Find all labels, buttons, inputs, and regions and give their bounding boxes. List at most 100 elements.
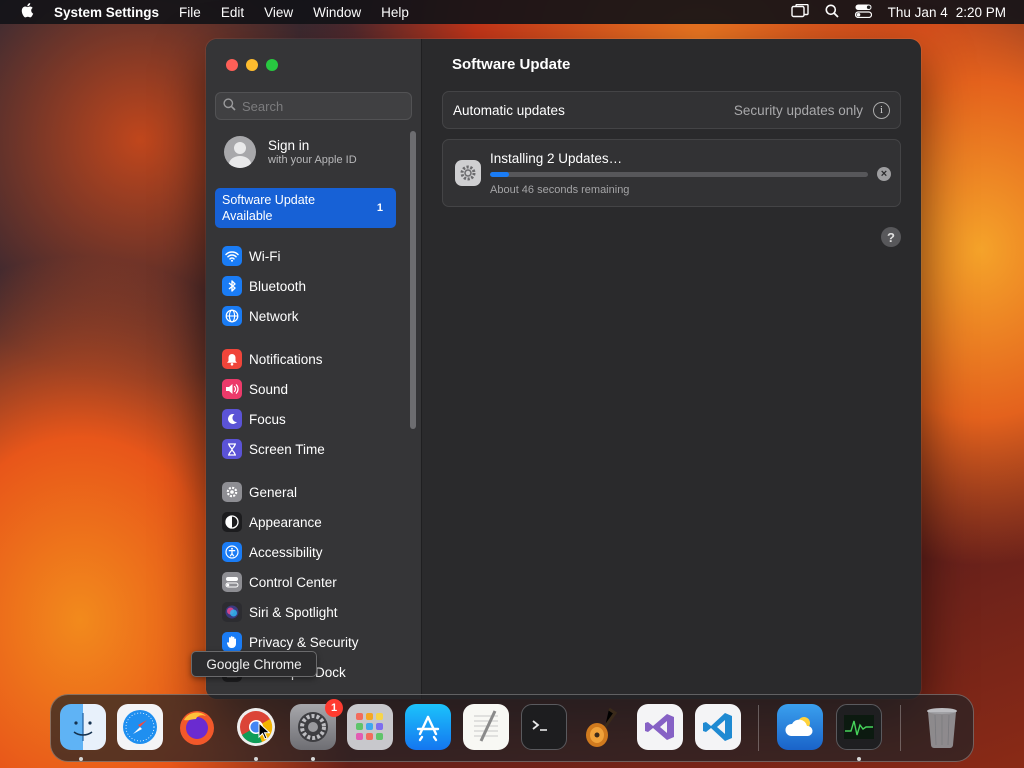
search-icon (223, 98, 236, 114)
dock: 1 (50, 694, 974, 762)
activity-monitor-icon[interactable] (836, 704, 882, 750)
safari-compass-icon[interactable] (117, 704, 163, 750)
launchpad-grid-icon[interactable] (347, 704, 393, 750)
appearance-icon (222, 512, 242, 532)
menu-file[interactable]: File (169, 5, 211, 20)
siri-icon (222, 602, 242, 622)
close-window-button[interactable] (226, 59, 238, 71)
sidebar-item-label: Siri & Spotlight (249, 604, 338, 620)
menu-edit[interactable]: Edit (211, 5, 254, 20)
screen-mirroring-icon[interactable] (790, 3, 809, 21)
menu-clock[interactable]: Thu Jan 4 2:20 PM (888, 5, 1006, 20)
menu-help[interactable]: Help (371, 5, 419, 20)
install-progress-bar (490, 172, 868, 177)
apple-menu-icon[interactable] (0, 2, 54, 23)
sidebar-item-focus[interactable]: Focus (222, 404, 412, 434)
zoom-window-button[interactable] (266, 59, 278, 71)
sidebar: Sign in with your Apple ID Software Upda… (206, 39, 422, 699)
installing-time-remaining: About 46 seconds remaining (490, 184, 630, 196)
cancel-install-button[interactable]: × (877, 167, 891, 181)
app-store-icon[interactable] (405, 704, 451, 750)
sidebar-item-general[interactable]: General (222, 477, 412, 507)
sidebar-item-label: Bluetooth (249, 278, 307, 294)
bluetooth-icon (222, 276, 242, 296)
software-update-gear-icon (455, 160, 481, 186)
sidebar-item-label: Focus (249, 411, 286, 427)
weather-cloud-icon[interactable] (777, 704, 823, 750)
settings-gear-icon[interactable]: 1 (290, 699, 343, 750)
speaker-icon (222, 379, 242, 399)
menu-window[interactable]: Window (303, 5, 371, 20)
finder-icon[interactable] (60, 704, 106, 750)
mouse-cursor-icon (258, 722, 270, 740)
apple-id-signin[interactable]: Sign in with your Apple ID (224, 136, 357, 168)
sidebar-group-notifications: Notifications Sound Focus Screen Time (222, 344, 412, 464)
visual-studio-icon[interactable] (637, 704, 683, 750)
help-button[interactable]: ? (881, 227, 901, 247)
minimize-window-button[interactable] (246, 59, 258, 71)
signin-title: Sign in (268, 138, 310, 153)
guitar-icon[interactable] (578, 704, 624, 750)
moon-icon (222, 409, 242, 429)
dock-separator (758, 705, 759, 751)
sidebar-item-label: Control Center (249, 574, 337, 590)
chrome-icon[interactable] (233, 704, 279, 750)
vscode-icon[interactable] (695, 704, 741, 750)
page-title: Software Update (452, 56, 571, 73)
running-indicator-finder (79, 757, 83, 761)
search-input[interactable] (242, 98, 402, 114)
spotlight-search-icon[interactable] (825, 4, 839, 21)
automatic-updates-value: Security updates only (733, 102, 863, 118)
sidebar-item-appearance[interactable]: Appearance (222, 507, 412, 537)
sidebar-item-network[interactable]: Network (222, 301, 412, 331)
control-center-icon[interactable] (854, 4, 872, 21)
sidebar-item-software-update-available[interactable]: Software Update Available 1 (215, 188, 396, 228)
menu-app-name[interactable]: System Settings (54, 5, 169, 20)
sidebar-item-control-center[interactable]: Control Center (222, 567, 412, 597)
menu-bar: System Settings File Edit View Window He… (0, 0, 1024, 24)
terminal-icon[interactable] (521, 704, 567, 750)
textedit-icon[interactable] (463, 704, 509, 750)
sidebar-item-screen-time[interactable]: Screen Time (222, 434, 412, 464)
sidebar-item-label: Notifications (249, 351, 323, 367)
dock-separator (900, 705, 901, 751)
firefox-icon[interactable] (174, 704, 220, 750)
running-indicator-chrome (254, 757, 258, 761)
menu-time: 2:20 PM (955, 4, 1006, 20)
info-icon[interactable]: i (873, 101, 890, 119)
running-indicator-activity-monitor (857, 757, 861, 761)
menu-date: Thu Jan 4 (887, 4, 948, 20)
menu-view[interactable]: View (254, 5, 303, 20)
sidebar-item-label: Accessibility (249, 544, 323, 560)
sidebar-item-label: Sound (249, 381, 289, 397)
sidebar-item-bluetooth[interactable]: Bluetooth (222, 271, 412, 301)
sidebar-item-sound[interactable]: Sound (222, 374, 412, 404)
trash-icon[interactable] (919, 704, 965, 750)
automatic-updates-row: Automatic updates Security updates only … (442, 91, 901, 129)
automatic-updates-label: Automatic updates (453, 102, 565, 118)
hand-icon (222, 632, 242, 652)
installing-title: Installing 2 Updates… (490, 151, 623, 166)
sidebar-item-label: Network (249, 308, 299, 324)
accessibility-icon (222, 542, 242, 562)
sidebar-item-label: Appearance (249, 514, 322, 530)
signin-subtitle: with your Apple ID (268, 154, 357, 166)
window-controls (226, 59, 278, 71)
hourglass-icon (222, 439, 242, 459)
running-indicator-settings (311, 757, 315, 761)
search-field[interactable] (215, 92, 412, 120)
sidebar-item-accessibility[interactable]: Accessibility (222, 537, 412, 567)
sidebar-item-label: Screen Time (249, 441, 325, 457)
install-progress-fill (490, 172, 509, 177)
bell-icon (222, 349, 242, 369)
sidebar-item-notifications[interactable]: Notifications (222, 344, 412, 374)
avatar (224, 136, 256, 168)
main-content: Software Update Automatic updates Securi… (422, 39, 921, 699)
sidebar-item-siri-spotlight[interactable]: Siri & Spotlight (222, 597, 412, 627)
settings-badge: 1 (325, 699, 343, 717)
sidebar-item-wifi[interactable]: Wi-Fi (222, 241, 412, 271)
dock-tooltip: Google Chrome (191, 651, 317, 677)
sidebar-group-connectivity: Wi-Fi Bluetooth Network (222, 241, 412, 331)
software-update-count-badge: 1 (376, 202, 383, 214)
network-globe-icon (222, 306, 242, 326)
